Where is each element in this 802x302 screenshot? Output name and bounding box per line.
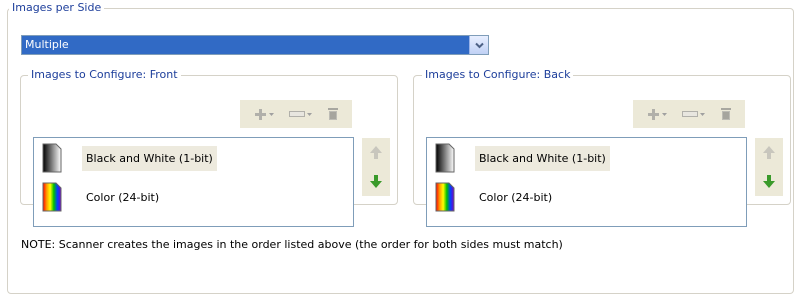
change-image-button[interactable] <box>681 110 705 118</box>
order-note: NOTE: Scanner creates the images in the … <box>21 238 563 251</box>
list-item[interactable]: Black and White (1-bit) <box>42 143 350 173</box>
chevron-down-icon <box>268 112 274 116</box>
chevron-down-icon <box>474 42 484 48</box>
arrow-down-icon[interactable] <box>762 174 776 189</box>
images-per-side-value: Multiple <box>22 36 469 54</box>
color-image-icon <box>42 182 62 212</box>
color-image-icon <box>435 182 455 212</box>
chevron-down-icon <box>306 112 312 116</box>
arrow-up-icon[interactable] <box>369 145 383 160</box>
arrow-down-icon[interactable] <box>369 174 383 189</box>
list-item-label: Color (24-bit) <box>479 190 553 204</box>
list-item[interactable]: Color (24-bit) <box>435 182 743 212</box>
bw-image-icon <box>435 143 455 173</box>
change-image-button[interactable] <box>288 110 312 118</box>
arrow-up-icon[interactable] <box>762 145 776 160</box>
list-item[interactable]: Color (24-bit) <box>42 182 350 212</box>
back-toolbar <box>633 100 745 128</box>
chevron-down-icon <box>661 112 667 116</box>
front-image-list[interactable]: Black and White (1-bit) Color (24-bit) <box>33 137 354 227</box>
delete-image-button[interactable] <box>327 107 339 121</box>
rectangle-icon <box>288 111 305 117</box>
trash-icon <box>720 108 731 120</box>
front-configure-legend: Images to Configure: Front <box>28 68 181 81</box>
chevron-down-icon <box>699 112 705 116</box>
back-reorder-buttons <box>755 138 783 196</box>
trash-icon <box>327 108 338 120</box>
plus-icon <box>647 108 659 120</box>
list-item-label: Black and White (1-bit) <box>475 145 610 171</box>
delete-image-button[interactable] <box>720 107 732 121</box>
add-image-button[interactable] <box>254 108 274 121</box>
list-item[interactable]: Black and White (1-bit) <box>435 143 743 173</box>
front-reorder-buttons <box>362 138 390 196</box>
list-item-label: Color (24-bit) <box>86 190 160 204</box>
add-image-button[interactable] <box>647 108 667 121</box>
dropdown-arrow-button[interactable] <box>469 36 488 54</box>
rectangle-icon <box>681 111 698 117</box>
list-item-label: Black and White (1-bit) <box>82 145 217 171</box>
bw-image-icon <box>42 143 62 173</box>
images-per-side-legend: Images per Side <box>9 1 105 14</box>
plus-icon <box>254 108 266 120</box>
back-configure-legend: Images to Configure: Back <box>422 68 574 81</box>
back-image-list[interactable]: Black and White (1-bit) Color (24-bit) <box>426 137 747 227</box>
images-per-side-dropdown[interactable]: Multiple <box>21 35 489 55</box>
front-toolbar <box>240 100 352 128</box>
